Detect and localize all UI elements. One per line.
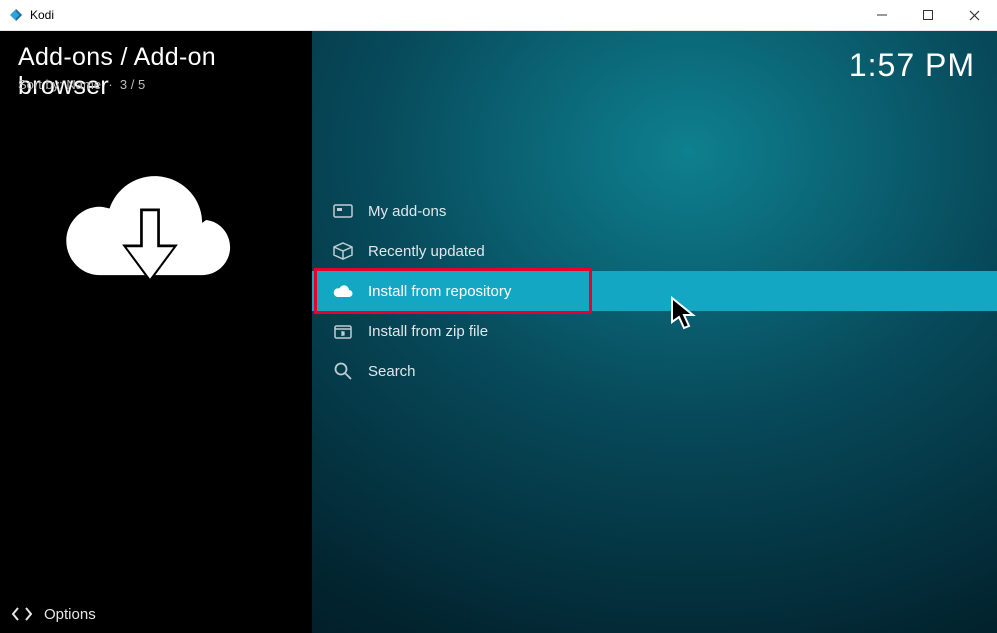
menu-item-my-add-ons[interactable]: My add-ons — [312, 191, 997, 231]
cloud-icon — [328, 283, 358, 299]
kodi-logo-icon — [8, 7, 24, 23]
window-controls — [859, 0, 997, 30]
clock: 1:57 PM — [849, 47, 975, 84]
menu-item-install-from-repository[interactable]: Install from repository — [312, 271, 997, 311]
addon-browser-menu: My add-ons Recently updated Install from r… — [312, 191, 997, 391]
sort-label: Sort by: Name — [18, 77, 101, 92]
search-icon — [328, 361, 358, 381]
sidebar: Add-ons / Add-on browser Sort by: Name ·… — [0, 31, 312, 633]
breadcrumb: Add-ons / Add-on browser — [18, 43, 312, 101]
dot-separator: · — [105, 77, 120, 92]
menu-item-label: Install from zip file — [368, 323, 488, 340]
menu-item-label: Recently updated — [368, 243, 485, 260]
menu-item-recently-updated[interactable]: Recently updated — [312, 231, 997, 271]
maximize-button[interactable] — [905, 0, 951, 30]
box-icon — [328, 242, 358, 260]
zip-icon — [328, 322, 358, 340]
close-button[interactable] — [951, 0, 997, 30]
window-titlebar: Kodi — [0, 0, 997, 31]
menu-item-label: Install from repository — [368, 283, 511, 300]
menu-item-label: Search — [368, 363, 416, 380]
left-right-arrows-icon — [12, 606, 32, 622]
kodi-app: Add-ons / Add-on browser Sort by: Name ·… — [0, 31, 997, 633]
menu-item-search[interactable]: Search — [312, 351, 997, 391]
download-cloud-icon — [60, 151, 240, 311]
minimize-button[interactable] — [859, 0, 905, 30]
menu-item-label: My add-ons — [368, 203, 446, 220]
addons-icon — [328, 203, 358, 219]
options-button[interactable]: Options — [0, 594, 312, 633]
options-label: Options — [44, 606, 96, 623]
sort-info: Sort by: Name · 3 / 5 — [18, 77, 145, 92]
menu-item-install-from-zip-file[interactable]: Install from zip file — [312, 311, 997, 351]
main-panel: 1:57 PM My add-ons Recently updated Instal… — [312, 31, 997, 633]
window-title: Kodi — [30, 8, 54, 22]
list-position: 3 / 5 — [120, 77, 145, 92]
